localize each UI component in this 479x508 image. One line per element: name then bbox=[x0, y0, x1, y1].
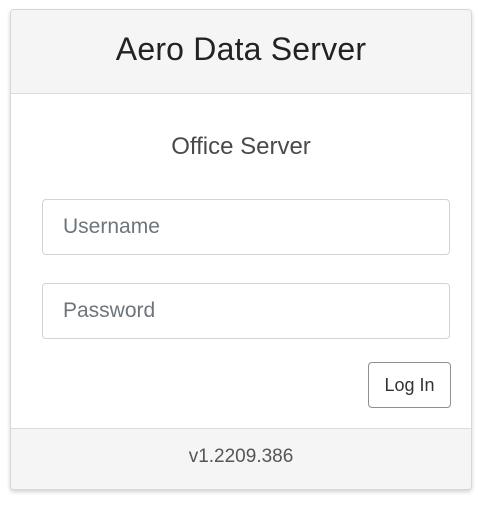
server-name: Office Server bbox=[171, 133, 311, 160]
card-header: Aero Data Server bbox=[11, 10, 471, 94]
card-footer: v1.2209.386 bbox=[11, 428, 471, 489]
password-input[interactable] bbox=[42, 283, 450, 339]
app-title: Aero Data Server bbox=[115, 31, 367, 67]
username-input[interactable] bbox=[42, 199, 450, 255]
login-form: Office Server Log In bbox=[11, 94, 471, 430]
login-button[interactable]: Log In bbox=[368, 362, 451, 408]
version-label: v1.2209.386 bbox=[188, 446, 294, 467]
login-card: Aero Data Server Office Server Log In v1… bbox=[10, 9, 472, 490]
